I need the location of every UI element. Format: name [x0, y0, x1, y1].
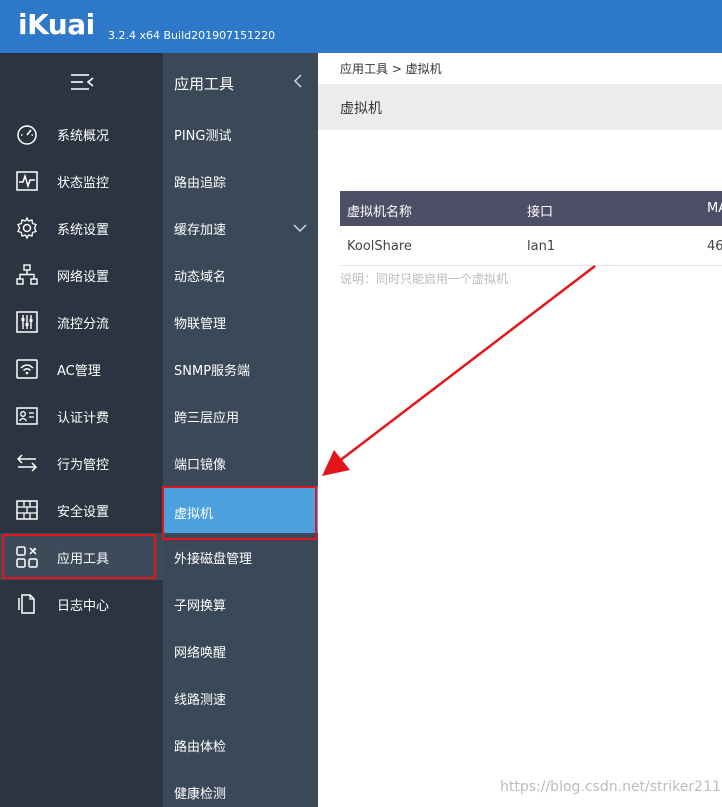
ikuai-logo[interactable]: iKuai: [18, 8, 95, 41]
chevron-left-icon[interactable]: [293, 74, 303, 88]
submenu-item-port-mirror[interactable]: 端口镜像: [163, 439, 318, 486]
submenu-item-iot[interactable]: 物联管理: [163, 298, 318, 345]
menu-collapse-icon: [70, 73, 93, 90]
cell-interface: lan1: [527, 239, 556, 254]
submenu-item-label: 网络唤醒: [174, 646, 227, 661]
top-header: iKuai 3.2.4 x64 Build201907151220: [0, 0, 722, 53]
submenu-item-cache-acceleration[interactable]: 缓存加速: [163, 204, 318, 251]
submenu-title: 应用工具: [174, 75, 235, 93]
cell-mac: 46: [707, 239, 722, 254]
submenu-item-speed-test[interactable]: 线路测速: [163, 674, 318, 721]
id-card-icon: [16, 407, 38, 425]
swap-arrows-icon: [16, 454, 38, 472]
table-header: 虚拟机名称 接口 MA: [340, 191, 722, 226]
gear-icon: [17, 216, 37, 240]
dashboard-icon: [17, 125, 37, 145]
sidebar-toggle[interactable]: [0, 53, 163, 110]
apps-icon: [16, 546, 38, 568]
submenu-item-label: 跨三层应用: [174, 411, 240, 426]
column-header-vm-name[interactable]: 虚拟机名称: [347, 201, 412, 220]
sidebar-item-label: 系统概况: [57, 129, 110, 144]
sidebar-item-app-tools[interactable]: 应用工具: [0, 533, 163, 580]
note-text: 说明：同时只能启用一个虚拟机: [340, 272, 509, 286]
submenu-item-external-disk[interactable]: 外接磁盘管理: [163, 533, 318, 580]
submenu-item-label: 虚拟机: [174, 507, 214, 522]
firewall-icon: [16, 500, 38, 520]
sidebar-item-authentication[interactable]: 认证计费: [0, 392, 163, 439]
sidebar-item-label: 安全设置: [57, 505, 110, 520]
chevron-down-icon: [293, 224, 307, 233]
column-header-interface[interactable]: 接口: [527, 201, 553, 220]
submenu-item-traceroute[interactable]: 路由追踪: [163, 157, 318, 204]
submenu-item-subnet-calc[interactable]: 子网换算: [163, 580, 318, 627]
page-header: 虚拟机: [318, 84, 722, 130]
sidebar-item-status-monitor[interactable]: 状态监控: [0, 157, 163, 204]
page-title: 虚拟机: [340, 101, 382, 117]
network-icon: [16, 264, 38, 285]
submenu-item-label: 外接磁盘管理: [174, 552, 253, 567]
submenu-item-ddns[interactable]: 动态域名: [163, 251, 318, 298]
submenu-item-label: 线路测速: [174, 693, 227, 708]
submenu-item-label: 物联管理: [174, 317, 227, 332]
main-content: 应用工具 > 虚拟机 虚拟机 虚拟机名称 接口 MA KoolShare lan…: [318, 53, 722, 807]
sidebar-item-label: 系统设置: [57, 223, 110, 238]
column-header-mac[interactable]: MA: [707, 201, 722, 216]
sidebar-item-log-center[interactable]: 日志中心: [0, 580, 163, 627]
version-text: 3.2.4 x64 Build201907151220: [108, 29, 276, 42]
wifi-icon: [16, 359, 38, 379]
sidebar-item-system-overview[interactable]: 系统概况: [0, 110, 163, 157]
sidebar-item-flow-control[interactable]: 流控分流: [0, 298, 163, 345]
sidebar-item-label: 认证计费: [57, 411, 110, 426]
sidebar-item-security-settings[interactable]: 安全设置: [0, 486, 163, 533]
submenu-item-label: 健康检测: [174, 787, 227, 802]
submenu-item-label: 缓存加速: [174, 223, 227, 238]
submenu-item-label: PING测试: [174, 129, 232, 144]
submenu-item-snmp[interactable]: SNMP服务端: [163, 345, 318, 392]
sidebar-item-label: 行为管控: [57, 458, 110, 473]
sidebar-item-behavior-control[interactable]: 行为管控: [0, 439, 163, 486]
submenu-item-ping[interactable]: PING测试: [163, 110, 318, 157]
pulse-icon: [16, 171, 38, 191]
submenu-item-label: 路由体检: [174, 740, 227, 755]
sidebar-item-label: 网络设置: [57, 270, 110, 285]
sliders-icon: [16, 311, 38, 333]
submenu-item-health-check[interactable]: 健康检测: [163, 768, 318, 807]
submenu-item-layer3[interactable]: 跨三层应用: [163, 392, 318, 439]
sidebar-item-label: 应用工具: [57, 552, 110, 567]
submenu-item-label: SNMP服务端: [174, 364, 251, 379]
sidebar-item-network-settings[interactable]: 网络设置: [0, 251, 163, 298]
breadcrumb: 应用工具 > 虚拟机: [340, 62, 442, 76]
submenu-item-label: 动态域名: [174, 270, 227, 285]
document-icon: [18, 594, 35, 614]
submenu-item-router-check[interactable]: 路由体检: [163, 721, 318, 768]
sidebar-item-label: AC管理: [57, 364, 101, 379]
submenu-item-virtual-machine[interactable]: 虚拟机: [162, 486, 318, 540]
sidebar-item-label: 流控分流: [57, 317, 110, 332]
app-tools-submenu: 应用工具 PING测试 路由追踪 缓存加速 动态域名 物联管理 SNMP服务端 …: [162, 53, 318, 807]
submenu-item-label: 路由追踪: [174, 176, 227, 191]
submenu-item-label: 子网换算: [174, 599, 227, 614]
sidebar-item-label: 状态监控: [57, 176, 110, 191]
cell-vm-name: KoolShare: [347, 239, 412, 254]
main-sidebar: 系统概况 状态监控 系统设置 网络设置 流控分流 AC管理 认证计费 行为管控 …: [0, 53, 163, 807]
watermark-text: https://blog.csdn.net/striker211: [500, 779, 721, 795]
sidebar-item-label: 日志中心: [57, 599, 110, 614]
submenu-item-label: 端口镜像: [174, 458, 227, 473]
sidebar-item-ac-management[interactable]: AC管理: [0, 345, 163, 392]
table-row[interactable]: KoolShare lan1 46: [340, 226, 722, 266]
submenu-item-wake-on-lan[interactable]: 网络唤醒: [163, 627, 318, 674]
sidebar-item-system-settings[interactable]: 系统设置: [0, 204, 163, 251]
